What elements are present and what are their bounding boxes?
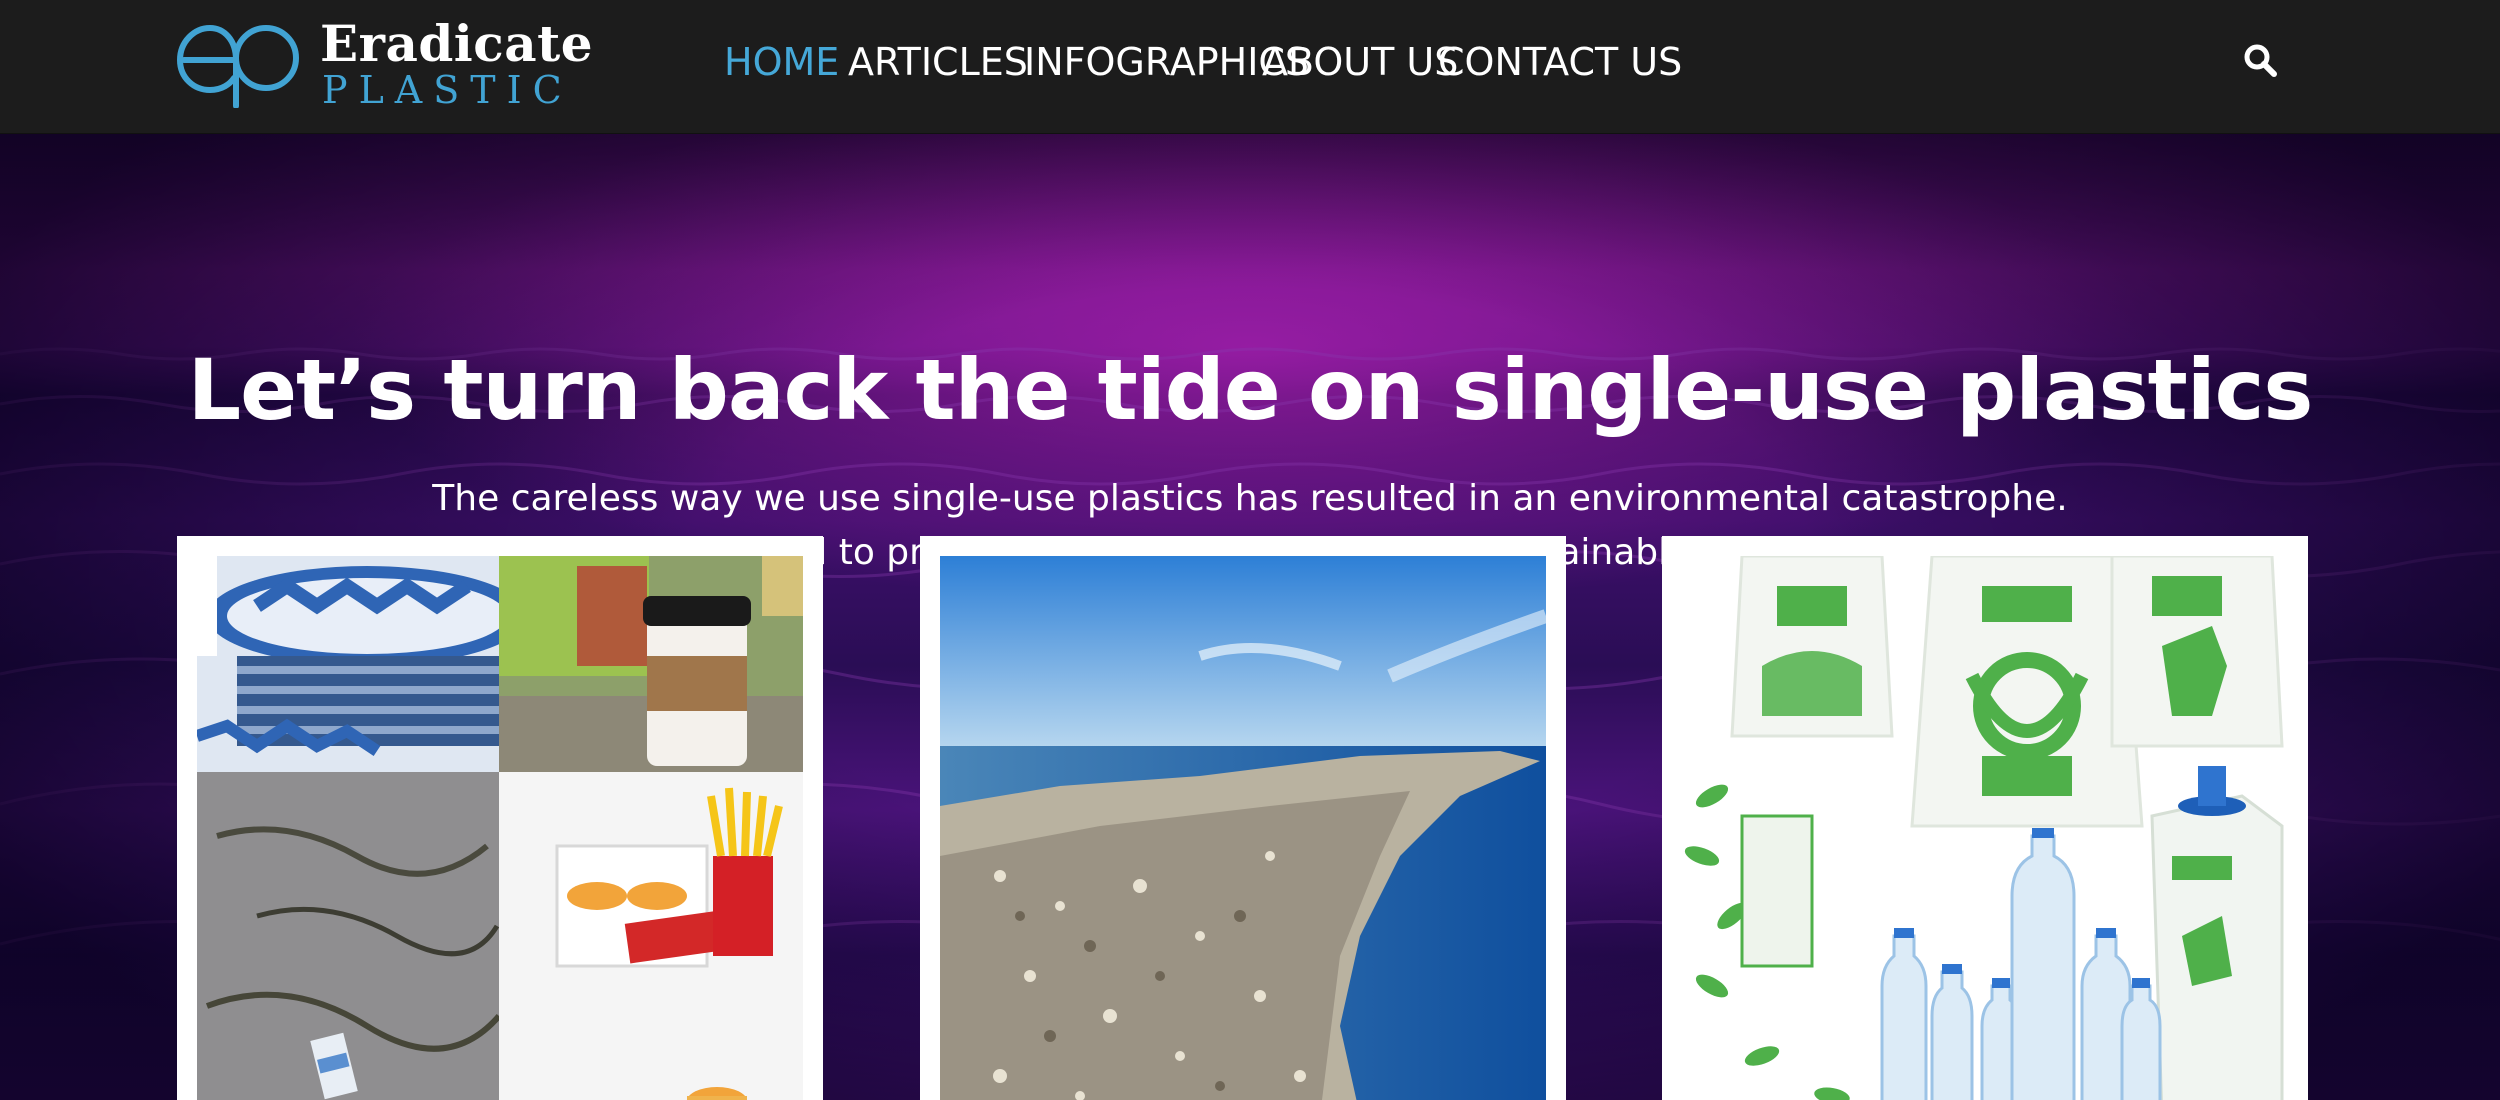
search-icon: [2244, 44, 2277, 77]
card-image-save-earth-products[interactable]: [1682, 556, 2288, 1100]
ocean-plastic-garbage-patch: [940, 556, 1546, 1100]
card-image-single-use-items[interactable]: [197, 556, 803, 1100]
single-use-items-collage: [197, 556, 803, 1100]
hero-title: Let’s turn back the tide on single-use p…: [187, 341, 2314, 439]
nav-item-articles[interactable]: ARTICLES: [848, 40, 1028, 84]
hero-subtitle-line-1: The careless way we use single-use plast…: [432, 478, 2068, 519]
article-card[interactable]: [177, 536, 823, 1100]
nav-item-contact-us[interactable]: CONTACT US: [1438, 40, 1682, 84]
card-image-ocean-plastic[interactable]: [940, 556, 1546, 1100]
article-card[interactable]: [920, 536, 1566, 1100]
search-button[interactable]: [2240, 40, 2282, 82]
site-header: Eradicate PLASTIC HOME ARTICLES INFOGRAP…: [0, 0, 2500, 134]
ep-monogram-icon: [176, 24, 299, 108]
nav-item-about-us[interactable]: ABOUT US: [1262, 40, 1458, 84]
logo-wordmark-primary: Eradicate: [320, 14, 594, 73]
nav-item-home[interactable]: HOME: [724, 40, 839, 84]
article-card[interactable]: [1662, 536, 2308, 1100]
logo-wordmark-secondary: PLASTIC: [322, 68, 573, 112]
site-logo[interactable]: Eradicate PLASTIC: [174, 16, 593, 110]
save-earth-bags-and-bottles: [1682, 556, 2288, 1100]
